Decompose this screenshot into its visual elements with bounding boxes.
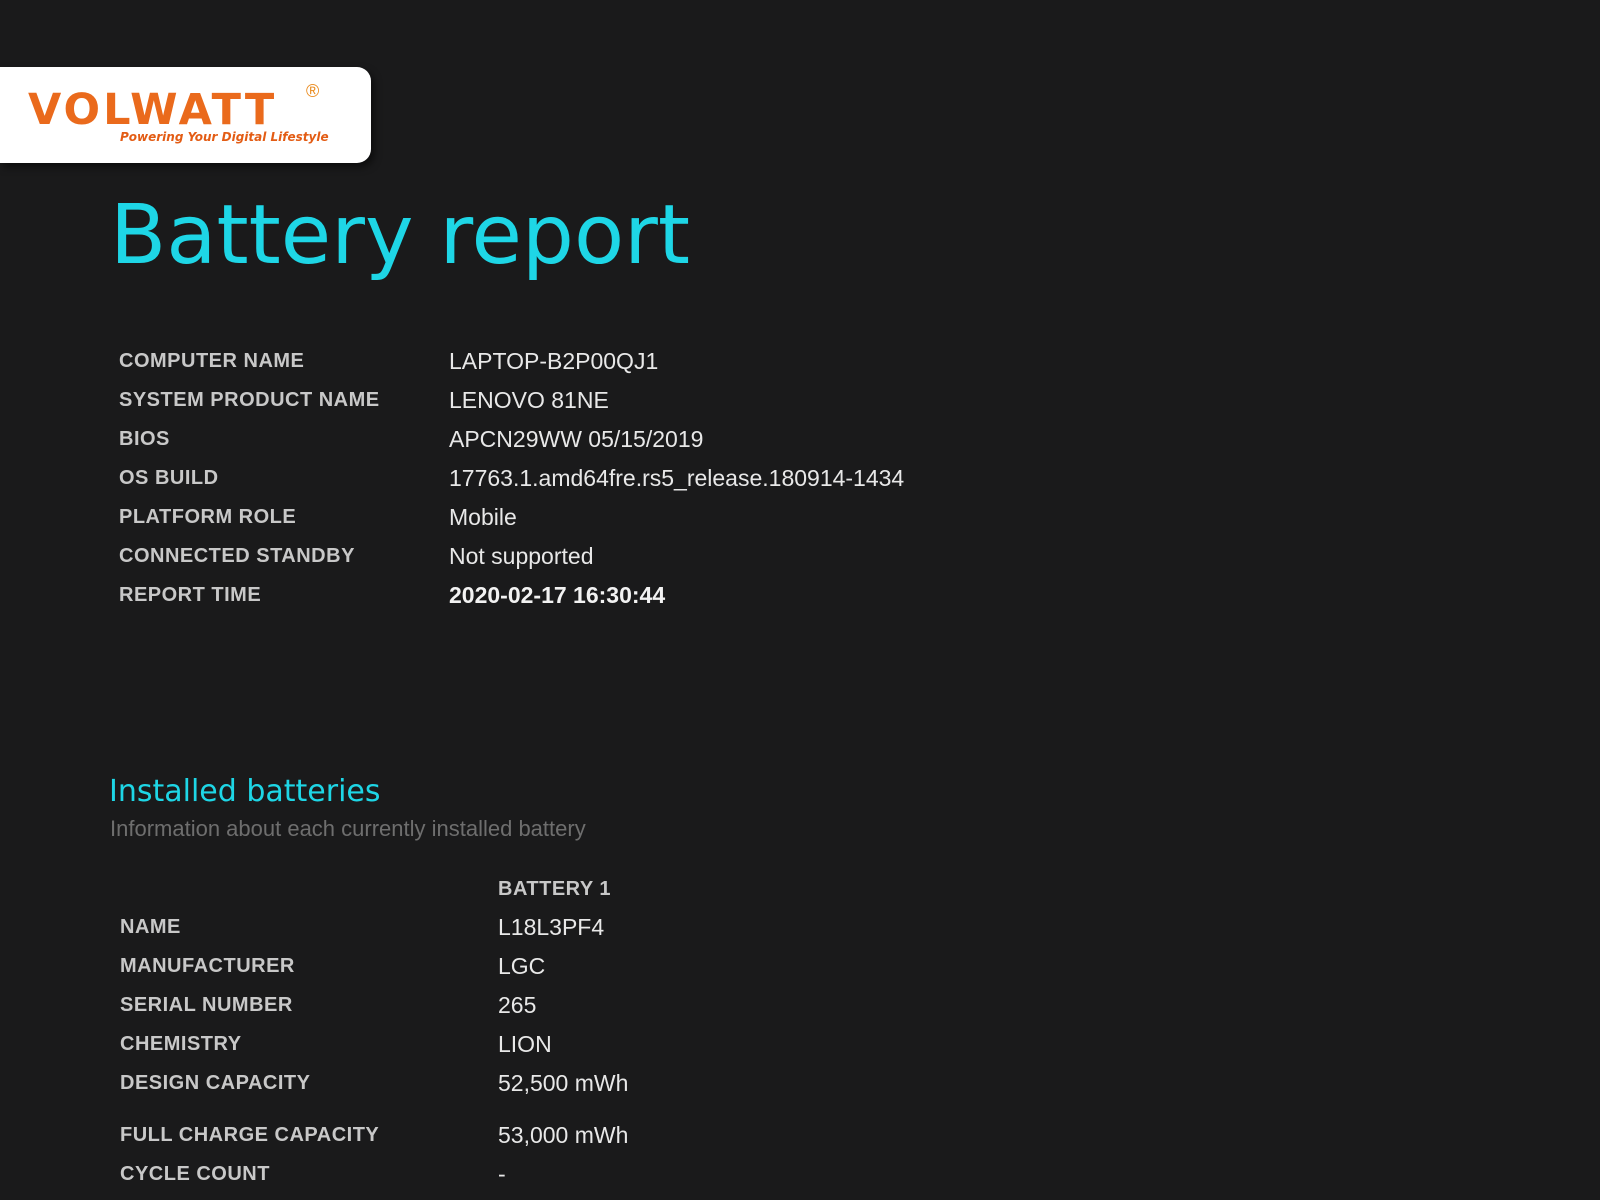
battery-row-manufacturer: MANUFACTURER LGC	[120, 953, 1120, 989]
logo-brand-text: VOLWATT	[28, 85, 278, 135]
info-label: PLATFORM ROLE	[119, 506, 297, 528]
battery-label: CHEMISTRY	[120, 1033, 242, 1055]
battery-label: CYCLE COUNT	[120, 1163, 270, 1185]
battery-value: 52,500 mWh	[498, 1070, 629, 1096]
info-row-system-product-name: SYSTEM PRODUCT NAME LENOVO 81NE	[119, 387, 1119, 423]
info-row-bios: BIOS APCN29WW 05/15/2019	[119, 426, 1119, 462]
info-label: SYSTEM PRODUCT NAME	[119, 389, 380, 411]
battery-row-design-capacity: DESIGN CAPACITY 52,500 mWh	[120, 1070, 1120, 1106]
battery-row-full-charge-capacity: FULL CHARGE CAPACITY 53,000 mWh	[120, 1122, 1120, 1158]
battery-value: 265	[498, 992, 537, 1018]
section-title-installed-batteries: Installed batteries	[109, 774, 381, 809]
info-value: LAPTOP-B2P00QJ1	[449, 348, 659, 374]
info-label: COMPUTER NAME	[119, 350, 305, 372]
battery-row-cycle-count: CYCLE COUNT -	[120, 1161, 1120, 1197]
info-value: LENOVO 81NE	[449, 387, 609, 413]
battery-label: SERIAL NUMBER	[120, 994, 293, 1016]
battery-row-chemistry: CHEMISTRY LION	[120, 1031, 1120, 1067]
section-subtitle: Information about each currently install…	[110, 816, 586, 841]
info-row-os-build: OS BUILD 17763.1.amd64fre.rs5_release.18…	[119, 465, 1119, 501]
info-row-connected-standby: CONNECTED STANDBY Not supported	[119, 543, 1119, 579]
info-value: 17763.1.amd64fre.rs5_release.180914-1434	[449, 465, 905, 491]
battery-row-serial-number: SERIAL NUMBER 265	[120, 992, 1120, 1028]
info-value: APCN29WW 05/15/2019	[449, 426, 704, 452]
battery-value: -	[498, 1161, 506, 1187]
logo-tagline: Powering Your Digital Lifestyle	[120, 130, 329, 144]
info-value: Mobile	[449, 504, 517, 530]
battery-label: FULL CHARGE CAPACITY	[120, 1124, 380, 1146]
info-label: OS BUILD	[119, 467, 219, 489]
battery-row-name: NAME L18L3PF4	[120, 914, 1120, 950]
battery-label: MANUFACTURER	[120, 955, 295, 977]
info-label: REPORT TIME	[119, 584, 262, 606]
battery-value: LGC	[498, 953, 546, 979]
battery-value: 53,000 mWh	[498, 1122, 629, 1148]
battery-column-header: BATTERY 1	[498, 878, 612, 900]
page-title: Battery report	[110, 188, 691, 283]
battery-label: NAME	[120, 916, 181, 938]
info-label: BIOS	[119, 428, 170, 450]
info-label: CONNECTED STANDBY	[119, 545, 355, 567]
battery-value: LION	[498, 1031, 552, 1057]
battery-value: L18L3PF4	[498, 914, 605, 940]
logo-registered-mark: ®	[306, 81, 320, 101]
battery-label: DESIGN CAPACITY	[120, 1072, 311, 1094]
info-row-report-time: REPORT TIME 2020-02-17 16:30:44	[119, 582, 1119, 618]
brand-logo: VOLWATT ® Powering Your Digital Lifestyl…	[0, 67, 371, 163]
info-value: 2020-02-17 16:30:44	[449, 582, 666, 608]
info-value: Not supported	[449, 543, 594, 569]
info-row-platform-role: PLATFORM ROLE Mobile	[119, 504, 1119, 540]
info-row-computer-name: COMPUTER NAME LAPTOP-B2P00QJ1	[119, 348, 1119, 384]
